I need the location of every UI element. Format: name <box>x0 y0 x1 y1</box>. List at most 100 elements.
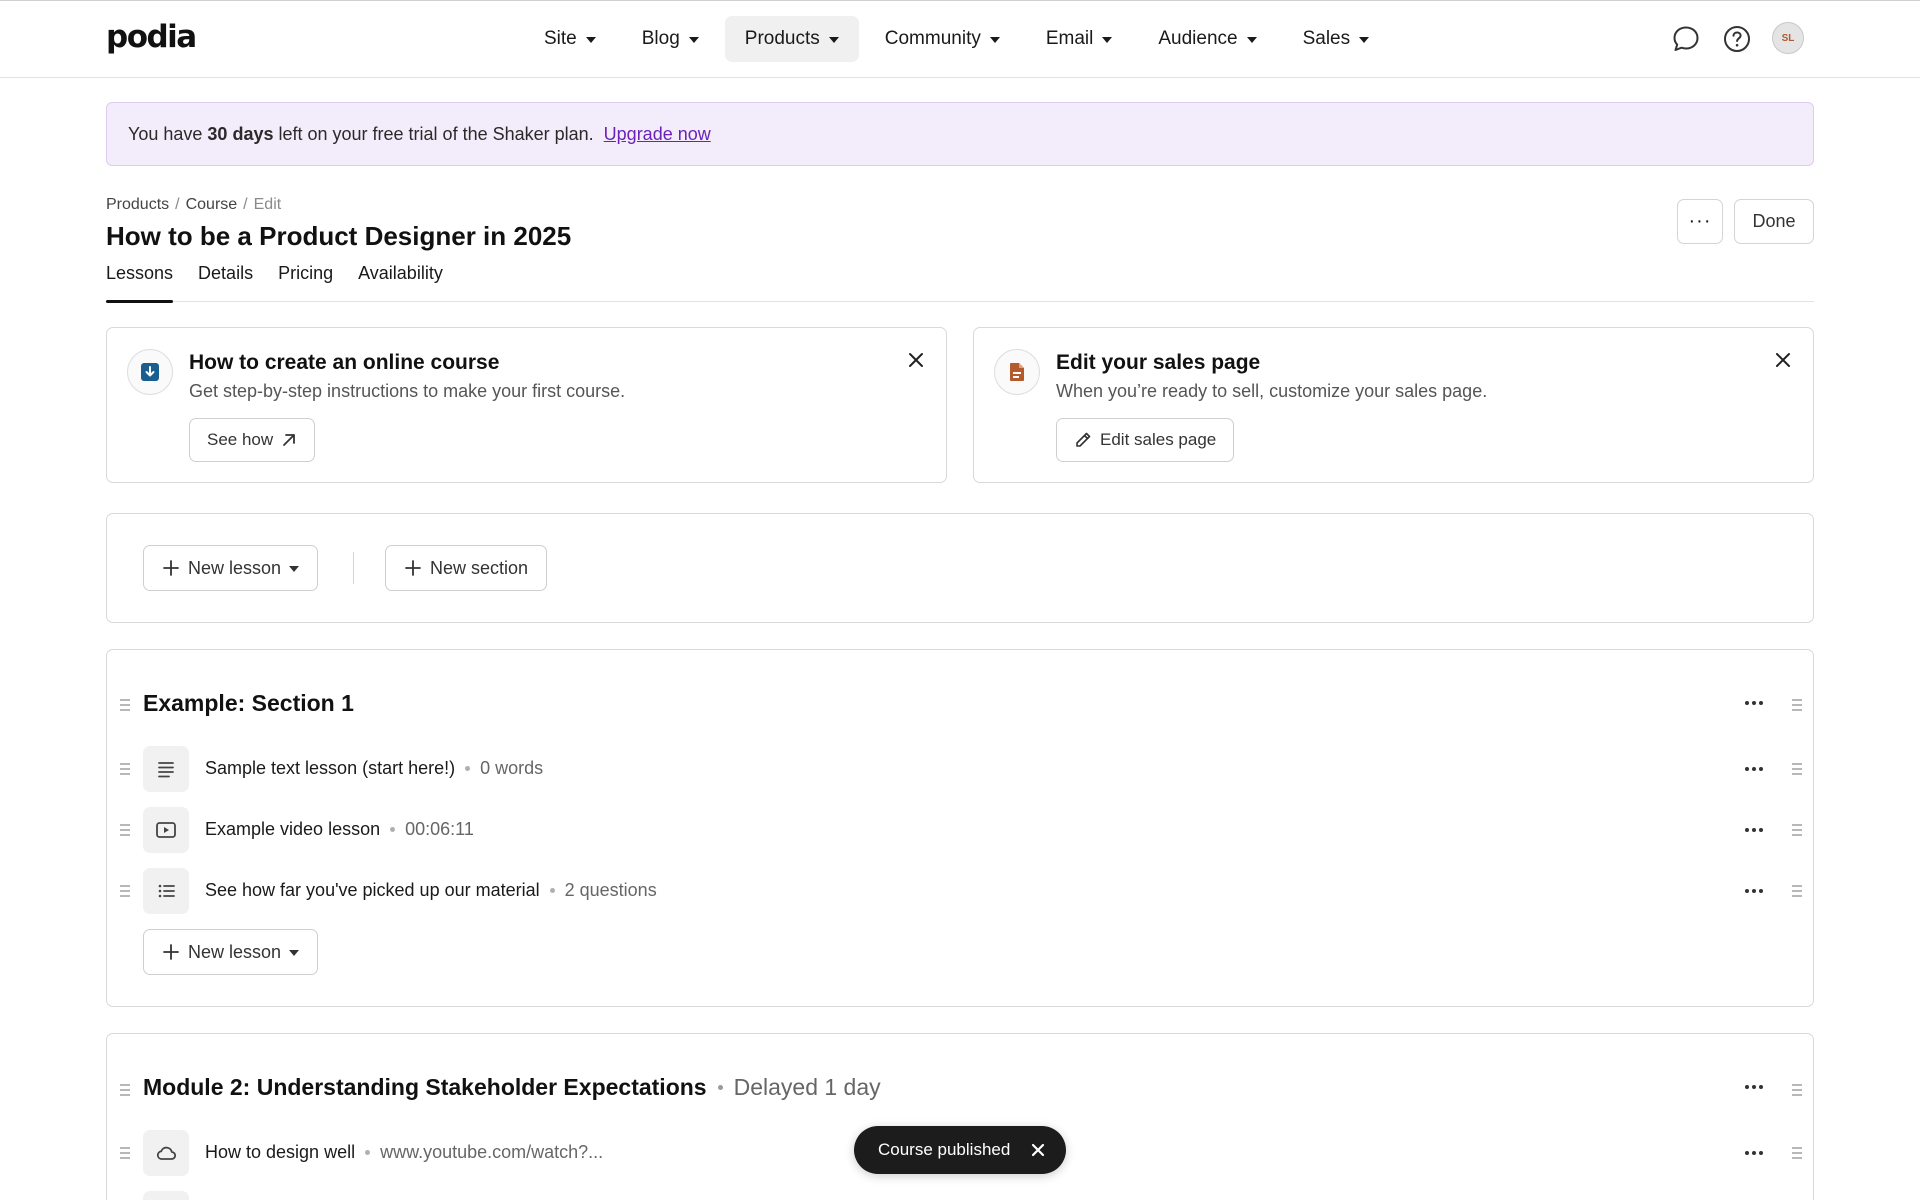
nav-community-label: Community <box>884 28 981 49</box>
breadcrumb-separator: / <box>175 196 180 213</box>
lesson-title: See how far you've picked up our materia… <box>205 880 540 900</box>
course-section: Example: Section 1 Sample text lesson (s… <box>106 649 1814 1007</box>
lesson-more-icon[interactable] <box>1739 881 1769 901</box>
lesson-meta: www.youtube.com/watch?... <box>380 1142 604 1162</box>
tab-details[interactable]: Details <box>198 262 253 302</box>
plus-icon <box>405 560 421 576</box>
course-guide-card: How to create an online course Get step-… <box>106 327 947 483</box>
caret-down-icon <box>1359 37 1370 43</box>
section-title-text: Module 2: Understanding Stakeholder Expe… <box>143 1074 707 1100</box>
lesson-meta: 00:06:11 <box>405 819 474 839</box>
divider <box>353 552 354 584</box>
new-lesson-label: New lesson <box>188 941 282 962</box>
section-title[interactable]: Module 2: Understanding Stakeholder Expe… <box>143 1074 881 1101</box>
nav-email[interactable]: Email <box>1026 16 1133 62</box>
lesson-more-icon[interactable] <box>1739 820 1769 840</box>
trial-days: 30 days <box>207 123 274 144</box>
drag-handle-icon[interactable] <box>120 1084 130 1096</box>
section-new-lesson-button[interactable]: New lesson <box>143 929 319 975</box>
nav-community[interactable]: Community <box>865 16 1020 62</box>
top-navigation: podia Site Blog Products Community Email… <box>0 0 1920 78</box>
separator-dot <box>717 1085 723 1090</box>
nav-site[interactable]: Site <box>524 16 616 62</box>
separator-dot <box>390 827 396 832</box>
section-delay: Delayed 1 day <box>733 1074 881 1100</box>
nav-audience[interactable]: Audience <box>1138 16 1276 62</box>
new-section-button[interactable]: New section <box>385 545 548 591</box>
caret-down-icon <box>1246 37 1257 43</box>
caret-down-icon <box>1102 37 1113 43</box>
page-title: How to be a Product Designer in 2025 <box>106 221 572 251</box>
toast-message: Course published <box>878 1140 1011 1159</box>
drag-handle-icon[interactable] <box>1792 1147 1802 1159</box>
lesson-icon <box>143 1191 189 1200</box>
lesson-more-icon[interactable] <box>1739 759 1769 779</box>
drag-handle-icon[interactable] <box>120 699 130 711</box>
card-description: Get step-by-step instructions to make yo… <box>189 381 626 401</box>
lesson-row[interactable] <box>107 1191 1813 1200</box>
nav-blog-label: Blog <box>641 28 680 49</box>
drag-handle-icon[interactable] <box>1792 1084 1802 1096</box>
breadcrumb-current: Edit <box>253 196 282 213</box>
separator-dot <box>365 1150 371 1155</box>
drag-handle-icon[interactable] <box>1792 699 1802 711</box>
user-avatar[interactable]: SL <box>1772 22 1804 54</box>
nav-products-label: Products <box>744 28 820 49</box>
section-more-icon[interactable] <box>1739 1077 1769 1097</box>
tab-lessons[interactable]: Lessons <box>106 262 174 303</box>
lesson-row[interactable]: Sample text lesson (start here!) 0 words <box>107 746 1813 792</box>
nav-sales[interactable]: Sales <box>1283 16 1390 62</box>
edit-sales-page-button[interactable]: Edit sales page <box>1056 418 1235 462</box>
new-lesson-button[interactable]: New lesson <box>143 545 319 591</box>
external-arrow-icon <box>283 434 296 446</box>
breadcrumb-products[interactable]: Products <box>106 196 169 214</box>
course-tabs: Lessons Details Pricing Availability <box>106 262 1814 303</box>
download-icon <box>127 349 173 395</box>
section-title[interactable]: Example: Section 1 <box>143 690 354 717</box>
section-title-text: Example: Section 1 <box>143 690 354 716</box>
caret-down-icon <box>289 950 300 956</box>
breadcrumb: Products / Course / Edit <box>106 196 281 214</box>
drag-handle-icon[interactable] <box>120 1147 130 1159</box>
see-how-button[interactable]: See how <box>189 418 316 462</box>
lesson-row[interactable]: Example video lesson 00:06:11 <box>107 807 1813 853</box>
cloud-embed-icon <box>143 1130 189 1176</box>
drag-handle-icon[interactable] <box>1792 885 1802 897</box>
done-button[interactable]: Done <box>1734 199 1814 244</box>
help-circle-icon[interactable] <box>1720 22 1754 56</box>
text-lines-icon <box>143 746 189 792</box>
chat-bubble-icon[interactable] <box>1669 22 1703 56</box>
tab-availability[interactable]: Availability <box>358 262 443 302</box>
drag-handle-icon[interactable] <box>120 885 130 897</box>
lesson-info: Sample text lesson (start here!) 0 words <box>205 758 543 779</box>
close-icon[interactable] <box>1769 346 1797 374</box>
drag-handle-icon[interactable] <box>1792 824 1802 836</box>
upgrade-link[interactable]: Upgrade now <box>604 124 711 145</box>
breadcrumb-course[interactable]: Course <box>186 196 238 214</box>
section-more-icon[interactable] <box>1739 693 1769 713</box>
podia-logo[interactable]: podia <box>106 19 197 55</box>
drag-handle-icon[interactable] <box>1792 763 1802 775</box>
trial-prefix: You have <box>128 123 203 144</box>
close-icon[interactable] <box>902 346 930 374</box>
lesson-row[interactable]: See how far you've picked up our materia… <box>107 868 1813 914</box>
lesson-info: Example video lesson 00:06:11 <box>205 819 474 840</box>
new-lesson-label: New lesson <box>188 557 282 578</box>
main-menu: Site Blog Products Community Email Audie… <box>524 16 1389 62</box>
document-icon <box>994 349 1040 395</box>
lesson-meta: 2 questions <box>564 880 657 900</box>
close-icon[interactable] <box>1028 1140 1048 1160</box>
nav-blog[interactable]: Blog <box>622 16 719 62</box>
new-section-label: New section <box>430 557 529 578</box>
more-options-button[interactable]: ··· <box>1677 199 1723 244</box>
tab-pricing[interactable]: Pricing <box>278 262 333 302</box>
drag-handle-icon[interactable] <box>120 763 130 775</box>
nav-site-label: Site <box>544 28 577 49</box>
sales-page-card: Edit your sales page When you’re ready t… <box>973 327 1814 483</box>
breadcrumb-separator: / <box>243 196 248 213</box>
nav-products[interactable]: Products <box>724 16 859 62</box>
edit-sales-page-label: Edit sales page <box>1100 430 1217 449</box>
lesson-info: See how far you've picked up our materia… <box>205 880 657 901</box>
drag-handle-icon[interactable] <box>120 824 130 836</box>
lesson-more-icon[interactable] <box>1739 1143 1769 1163</box>
